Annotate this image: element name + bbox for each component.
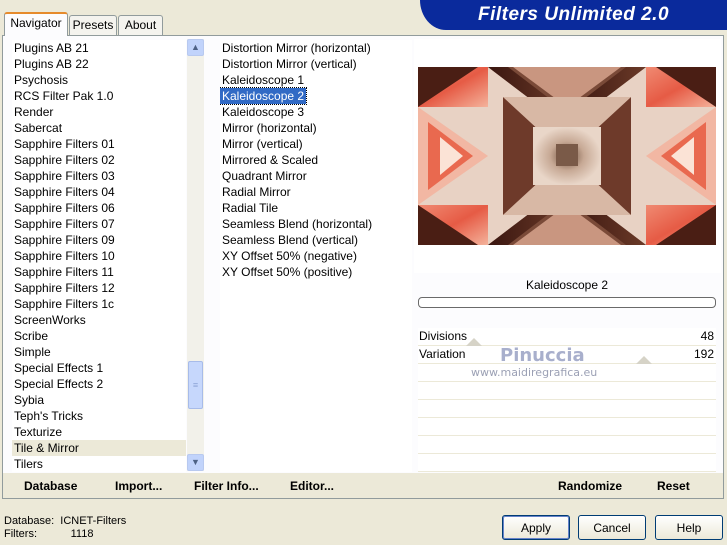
category-scrollbar[interactable]: ▲ ≡ ▼: [187, 39, 204, 471]
watermark-url: www.maidiregrafica.eu: [471, 366, 598, 379]
category-item[interactable]: Sapphire Filters 1c: [12, 296, 186, 312]
preview-filter-name: Kaleidoscope 2: [525, 278, 609, 292]
category-item[interactable]: Sapphire Filters 10: [12, 248, 186, 264]
filters-label: Filters:: [4, 528, 37, 540]
tab-navigator[interactable]: Navigator: [4, 12, 68, 36]
category-item[interactable]: Sapphire Filters 11: [12, 264, 186, 280]
category-item[interactable]: Special Effects 1: [12, 360, 186, 376]
app-title-banner: Filters Unlimited 2.0: [420, 0, 727, 30]
grip-icon: ≡: [192, 380, 199, 390]
cancel-button[interactable]: Cancel: [578, 515, 646, 540]
param-slider-empty: [418, 454, 716, 472]
filter-item[interactable]: Mirror (vertical): [220, 136, 412, 152]
param-slider-empty: [418, 418, 716, 436]
category-item[interactable]: Psychosis: [12, 72, 186, 88]
reset-button[interactable]: Reset: [657, 479, 690, 493]
tab-about[interactable]: About: [118, 15, 163, 35]
filter-item[interactable]: Seamless Blend (horizontal): [220, 216, 412, 232]
preview-image: [418, 67, 716, 245]
param-slider-divisions[interactable]: Divisions 48: [418, 328, 716, 346]
category-item[interactable]: Sapphire Filters 01: [12, 136, 186, 152]
filter-item[interactable]: XY Offset 50% (negative): [220, 248, 412, 264]
category-item[interactable]: Sapphire Filters 03: [12, 168, 186, 184]
progress-bar: [418, 297, 716, 308]
tab-presets[interactable]: Presets: [69, 15, 117, 35]
category-item[interactable]: Sapphire Filters 02: [12, 152, 186, 168]
filter-list[interactable]: Distortion Mirror (horizontal) Distortion…: [220, 40, 412, 472]
category-item[interactable]: Special Effects 2: [12, 376, 186, 392]
param-value: 192: [693, 347, 714, 361]
category-item[interactable]: Simple: [12, 344, 186, 360]
database-value: ICNET-Filters: [60, 515, 127, 527]
category-item[interactable]: ScreenWorks: [12, 312, 186, 328]
category-item[interactable]: Sapphire Filters 07: [12, 216, 186, 232]
category-item[interactable]: Plugins AB 22: [12, 56, 186, 72]
database-info: Database: ICNET-Filters Filters: 1118: [4, 515, 126, 541]
scroll-thumb[interactable]: ≡: [188, 361, 203, 409]
category-item[interactable]: Sapphire Filters 09: [12, 232, 186, 248]
editor-button[interactable]: Editor...: [290, 479, 334, 493]
param-value: 48: [700, 329, 714, 343]
filter-item[interactable]: Distortion Mirror (horizontal): [220, 40, 412, 56]
category-item[interactable]: Sabercat: [12, 120, 186, 136]
category-item[interactable]: Tile & Mirror: [12, 440, 186, 456]
randomize-button[interactable]: Randomize: [558, 479, 622, 493]
watermark-name: Pinuccia: [500, 345, 585, 366]
category-item[interactable]: Sapphire Filters 06: [12, 200, 186, 216]
category-item[interactable]: Sybia: [12, 392, 186, 408]
param-slider-empty: [418, 400, 716, 418]
param-slider-empty: [418, 436, 716, 454]
filter-item[interactable]: Seamless Blend (vertical): [220, 232, 412, 248]
filter-item[interactable]: Mirror (horizontal): [220, 120, 412, 136]
filter-item[interactable]: Radial Mirror: [220, 184, 412, 200]
slider-thumb[interactable]: [466, 338, 482, 346]
filter-item[interactable]: Mirrored & Scaled: [220, 152, 412, 168]
slider-thumb[interactable]: [636, 356, 652, 364]
filter-item[interactable]: Kaleidoscope 1: [220, 72, 412, 88]
param-label: Variation: [419, 347, 466, 361]
category-item[interactable]: RCS Filter Pak 1.0: [12, 88, 186, 104]
category-list[interactable]: Plugins AB 21 Plugins AB 22 Psychosis RCS F…: [12, 40, 186, 472]
category-item[interactable]: Sapphire Filters 12: [12, 280, 186, 296]
filter-info-button[interactable]: Filter Info...: [194, 479, 259, 493]
category-item[interactable]: Sapphire Filters 04: [12, 184, 186, 200]
category-item[interactable]: Plugins AB 21: [12, 40, 186, 56]
filter-item[interactable]: XY Offset 50% (positive): [220, 264, 412, 280]
category-item[interactable]: Scribe: [12, 328, 186, 344]
import-button[interactable]: Import...: [115, 479, 162, 493]
category-item[interactable]: Render: [12, 104, 186, 120]
filter-item[interactable]: Distortion Mirror (vertical): [220, 56, 412, 72]
filter-item[interactable]: Quadrant Mirror: [220, 168, 412, 184]
param-label: Divisions: [419, 329, 468, 343]
database-button[interactable]: Database: [24, 479, 77, 493]
category-item[interactable]: Tilers: [12, 456, 186, 472]
filter-item[interactable]: Kaleidoscope 2: [220, 87, 308, 105]
category-item[interactable]: Teph's Tricks: [12, 408, 186, 424]
param-slider-empty: [418, 382, 716, 400]
category-item[interactable]: Texturize: [12, 424, 186, 440]
filter-item[interactable]: Radial Tile: [220, 200, 412, 216]
apply-button[interactable]: Apply: [502, 515, 570, 540]
chevron-up-icon[interactable]: ▲: [187, 39, 204, 56]
filters-count: 1118: [70, 528, 94, 540]
action-bar: Database Import... Filter Info... Editor…: [3, 473, 723, 498]
filter-item[interactable]: Kaleidoscope 3: [220, 104, 412, 120]
help-button[interactable]: Help: [655, 515, 723, 540]
chevron-down-icon[interactable]: ▼: [187, 454, 204, 471]
database-label: Database:: [4, 515, 55, 527]
